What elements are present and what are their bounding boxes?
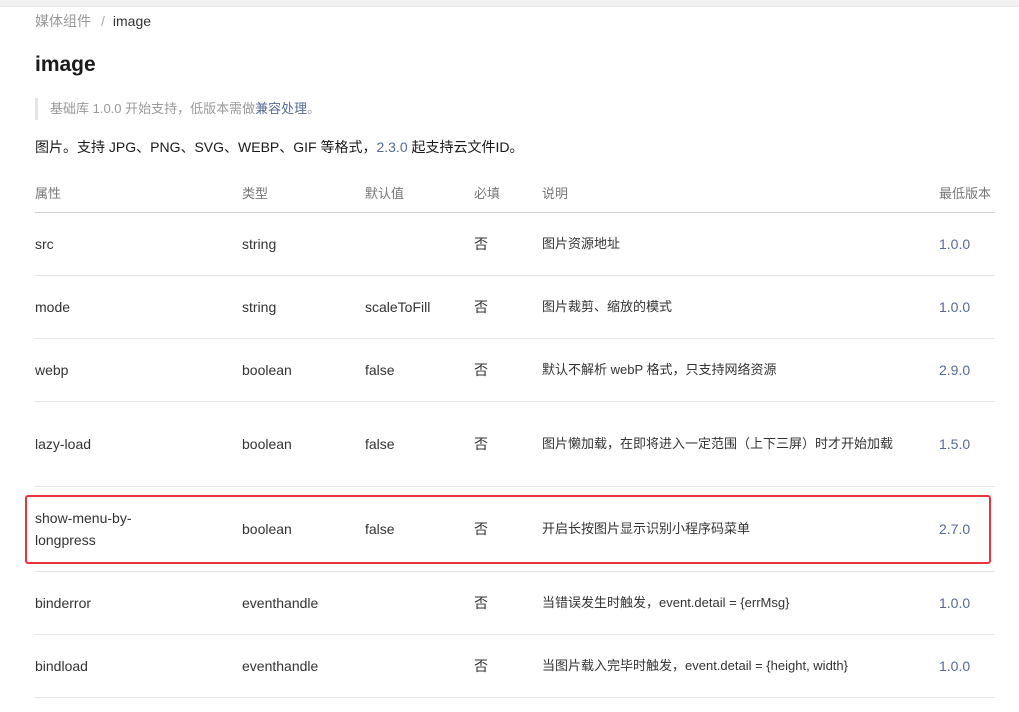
cell-type: boolean	[242, 486, 365, 572]
cell-type: string	[242, 275, 365, 339]
cell-desc: 图片懒加载，在即将进入一定范围（上下三屏）时才开始加载	[542, 401, 939, 487]
cell-default	[365, 634, 474, 698]
cell-attr: src	[35, 212, 242, 276]
cell-default	[365, 212, 474, 276]
cell-required: 否	[474, 401, 542, 487]
cell-desc: 当图片载入完毕时触发，event.detail = {height, width…	[542, 634, 939, 698]
description-suffix: 起支持云文件ID。	[407, 139, 524, 155]
breadcrumb-separator: /	[101, 13, 105, 29]
cell-required: 否	[474, 212, 542, 276]
table-row: bindload eventhandle 否 当图片载入完毕时触发，event.…	[35, 634, 995, 698]
table-row: lazy-load boolean false 否 图片懒加载，在即将进入一定范…	[35, 401, 995, 487]
table-row: mode string scaleToFill 否 图片裁剪、缩放的模式 1.0…	[35, 275, 995, 339]
cell-attr: show-menu-by-longpress	[35, 486, 242, 572]
table-header-row: 属性 类型 默认值 必填 说明 最低版本	[35, 172, 995, 213]
component-description: 图片。支持 JPG、PNG、SVG、WEBP、GIF 等格式，2.3.0 起支持…	[35, 137, 524, 157]
cell-desc: 开启长按图片显示识别小程序码菜单	[542, 486, 939, 572]
header-default: 默认值	[365, 172, 474, 213]
cell-type: boolean	[242, 338, 365, 402]
cell-type: eventhandle	[242, 634, 365, 698]
cell-attr: mode	[35, 275, 242, 339]
table-row: src string 否 图片资源地址 1.0.0	[35, 212, 995, 276]
breadcrumb-current: image	[112, 13, 152, 29]
cell-type: eventhandle	[242, 571, 365, 635]
cell-version[interactable]: 2.7.0	[939, 486, 995, 572]
cell-attr-text: show-menu-by-longpress	[35, 510, 132, 548]
cell-version[interactable]: 1.0.0	[939, 634, 995, 698]
cell-type: string	[242, 212, 365, 276]
description-text: 图片。支持 JPG、PNG、SVG、WEBP、GIF 等格式，	[35, 139, 377, 155]
header-version: 最低版本	[939, 172, 995, 213]
cell-default	[365, 571, 474, 635]
cell-desc: 默认不解析 webP 格式，只支持网络资源	[542, 338, 939, 402]
cell-default: scaleToFill	[365, 275, 474, 339]
cell-version[interactable]: 2.9.0	[939, 338, 995, 402]
cell-attr: lazy-load	[35, 401, 242, 487]
support-note-text: 基础库 1.0.0 开始支持，低版本需做	[50, 101, 256, 116]
cell-desc: 当错误发生时触发，event.detail = {errMsg}	[542, 571, 939, 635]
header-type: 类型	[242, 172, 365, 213]
cell-required: 否	[474, 571, 542, 635]
table-row-highlighted: show-menu-by-longpress boolean false 否 开…	[35, 486, 995, 572]
breadcrumb: 媒体组件 / image	[35, 11, 151, 31]
top-bar	[0, 0, 1019, 7]
cell-default: false	[365, 486, 474, 572]
cell-required: 否	[474, 275, 542, 339]
version-link[interactable]: 2.3.0	[376, 139, 407, 155]
table-row: webp boolean false 否 默认不解析 webP 格式，只支持网络…	[35, 338, 995, 402]
cell-version[interactable]: 1.5.0	[939, 401, 995, 487]
cell-required: 否	[474, 338, 542, 402]
cell-desc: 图片裁剪、缩放的模式	[542, 275, 939, 339]
table-row: binderror eventhandle 否 当错误发生时触发，event.d…	[35, 571, 995, 635]
header-required: 必填	[474, 172, 542, 213]
cell-type: boolean	[242, 401, 365, 487]
header-desc: 说明	[542, 172, 939, 213]
cell-attr: binderror	[35, 571, 242, 635]
cell-default: false	[365, 338, 474, 402]
compat-link[interactable]: 兼容处理	[255, 101, 307, 116]
page-title: image	[35, 53, 96, 76]
attributes-table: 属性 类型 默认值 必填 说明 最低版本 src string 否 图片资源地址…	[35, 172, 995, 698]
cell-attr: webp	[35, 338, 242, 402]
cell-version[interactable]: 1.0.0	[939, 212, 995, 276]
cell-default: false	[365, 401, 474, 487]
support-note: 基础库 1.0.0 开始支持，低版本需做兼容处理。	[35, 98, 320, 120]
cell-version[interactable]: 1.0.0	[939, 571, 995, 635]
cell-attr: bindload	[35, 634, 242, 698]
breadcrumb-parent-link[interactable]: 媒体组件	[35, 13, 91, 29]
support-note-suffix: 。	[307, 101, 321, 116]
cell-version[interactable]: 1.0.0	[939, 275, 995, 339]
cell-desc: 图片资源地址	[542, 212, 939, 276]
cell-required: 否	[474, 634, 542, 698]
header-attr: 属性	[35, 172, 242, 213]
cell-required: 否	[474, 486, 542, 572]
